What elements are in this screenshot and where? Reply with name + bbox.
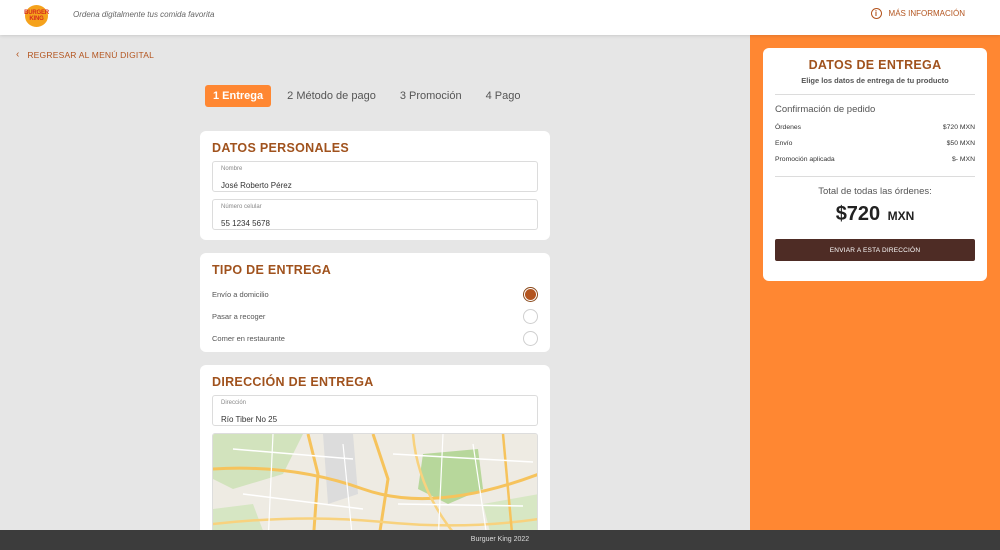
back-to-menu-link[interactable]: ‹ REGRESAR AL MENÚ DIGITAL [16,49,154,60]
more-info-label: MÁS INFORMACIÓN [888,9,965,18]
back-to-menu-label: REGRESAR AL MENÚ DIGITAL [27,49,155,60]
summary-subtitle: Elige los datos de entrega de tu product… [801,76,949,85]
summary-row-label: Envío [775,139,793,147]
total-label: Total de todas las órdenes: [818,186,932,197]
address-input[interactable] [221,415,529,424]
top-bar: BURGER KING Ordena digitalmente tus comi… [0,0,1000,35]
option-pickup[interactable]: Pasar a recoger [212,305,538,327]
option-home-delivery-label: Envío a domicilio [212,289,269,299]
order-summary-card: DATOS DE ENTREGA Elige los datos de entr… [763,48,987,281]
divider [775,176,975,177]
delivery-map[interactable] [212,433,538,543]
radio-home-delivery[interactable] [523,286,538,302]
total-amount: $720 MXN [775,203,975,226]
delivery-type-card: TIPO DE ENTREGA Envío a domicilio Pasar … [200,253,550,352]
name-input[interactable] [221,181,529,190]
summary-row-promotion: Promoción aplicada $- MXN [775,151,975,167]
name-field[interactable]: Nombre [212,161,538,192]
delivery-type-title: TIPO DE ENTREGA [212,263,332,277]
checkout-steps: 1 Entrega 2 Método de pago 3 Promoción 4… [205,85,536,107]
summary-row-orders: Órdenes $720 MXN [775,119,975,135]
radio-dine-in[interactable] [523,330,538,346]
step-delivery[interactable]: 1 Entrega [205,85,272,107]
map-graphic [213,434,537,542]
phone-input[interactable] [221,219,529,228]
order-confirmation-title: Confirmación de pedido [775,104,876,115]
summary-row-value: $50 MXN [946,139,975,147]
info-icon: i [870,8,882,19]
summary-row-value: $720 MXN [942,123,975,131]
summary-row-value: $- MXN [951,155,975,163]
burger-king-logo[interactable]: BURGER KING [24,5,49,27]
address-label: Dirección [221,400,247,406]
step-payment[interactable]: 4 Pago [478,85,529,107]
summary-row-label: Promoción aplicada [775,155,835,163]
option-dine-in-label: Comer en restaurante [212,333,285,343]
phone-field[interactable]: Número celular [212,199,538,230]
chevron-left-icon: ‹ [16,49,20,60]
footer-text: Burguer King 2022 [470,536,530,543]
tagline: Ordena digitalmente tus comida favorita [73,10,215,19]
footer: Burguer King 2022 [0,530,1000,550]
logo-text-bottom: KING [29,16,44,22]
radio-pickup[interactable] [523,308,538,324]
more-info-link[interactable]: i MÁS INFORMACIÓN [870,8,965,19]
option-dine-in[interactable]: Comer en restaurante [212,327,538,349]
personal-data-card: DATOS PERSONALES Nombre Número celular [200,131,550,240]
summary-row-label: Órdenes [775,123,802,131]
delivery-address-title: DIRECCIÓN DE ENTREGA [212,375,374,389]
send-to-address-button[interactable]: ENVIAR A ESTA DIRECCIÓN [775,239,975,261]
option-home-delivery[interactable]: Envío a domicilio [212,283,538,305]
step-payment-method[interactable]: 2 Método de pago [279,85,384,107]
total-amount-currency: MXN [887,209,915,223]
phone-label: Número celular [221,204,262,210]
personal-data-title: DATOS PERSONALES [212,141,349,155]
radio-selected-dot [525,288,536,300]
address-field[interactable]: Dirección [212,395,538,426]
divider [775,94,975,95]
summary-title: DATOS DE ENTREGA [808,58,942,72]
step-promotion[interactable]: 3 Promoción [392,85,470,107]
summary-row-shipping: Envío $50 MXN [775,135,975,151]
name-label: Nombre [221,166,243,172]
delivery-address-card: DIRECCIÓN DE ENTREGA Dirección [200,365,550,543]
total-amount-value: $720 [835,203,881,225]
option-pickup-label: Pasar a recoger [212,311,266,321]
